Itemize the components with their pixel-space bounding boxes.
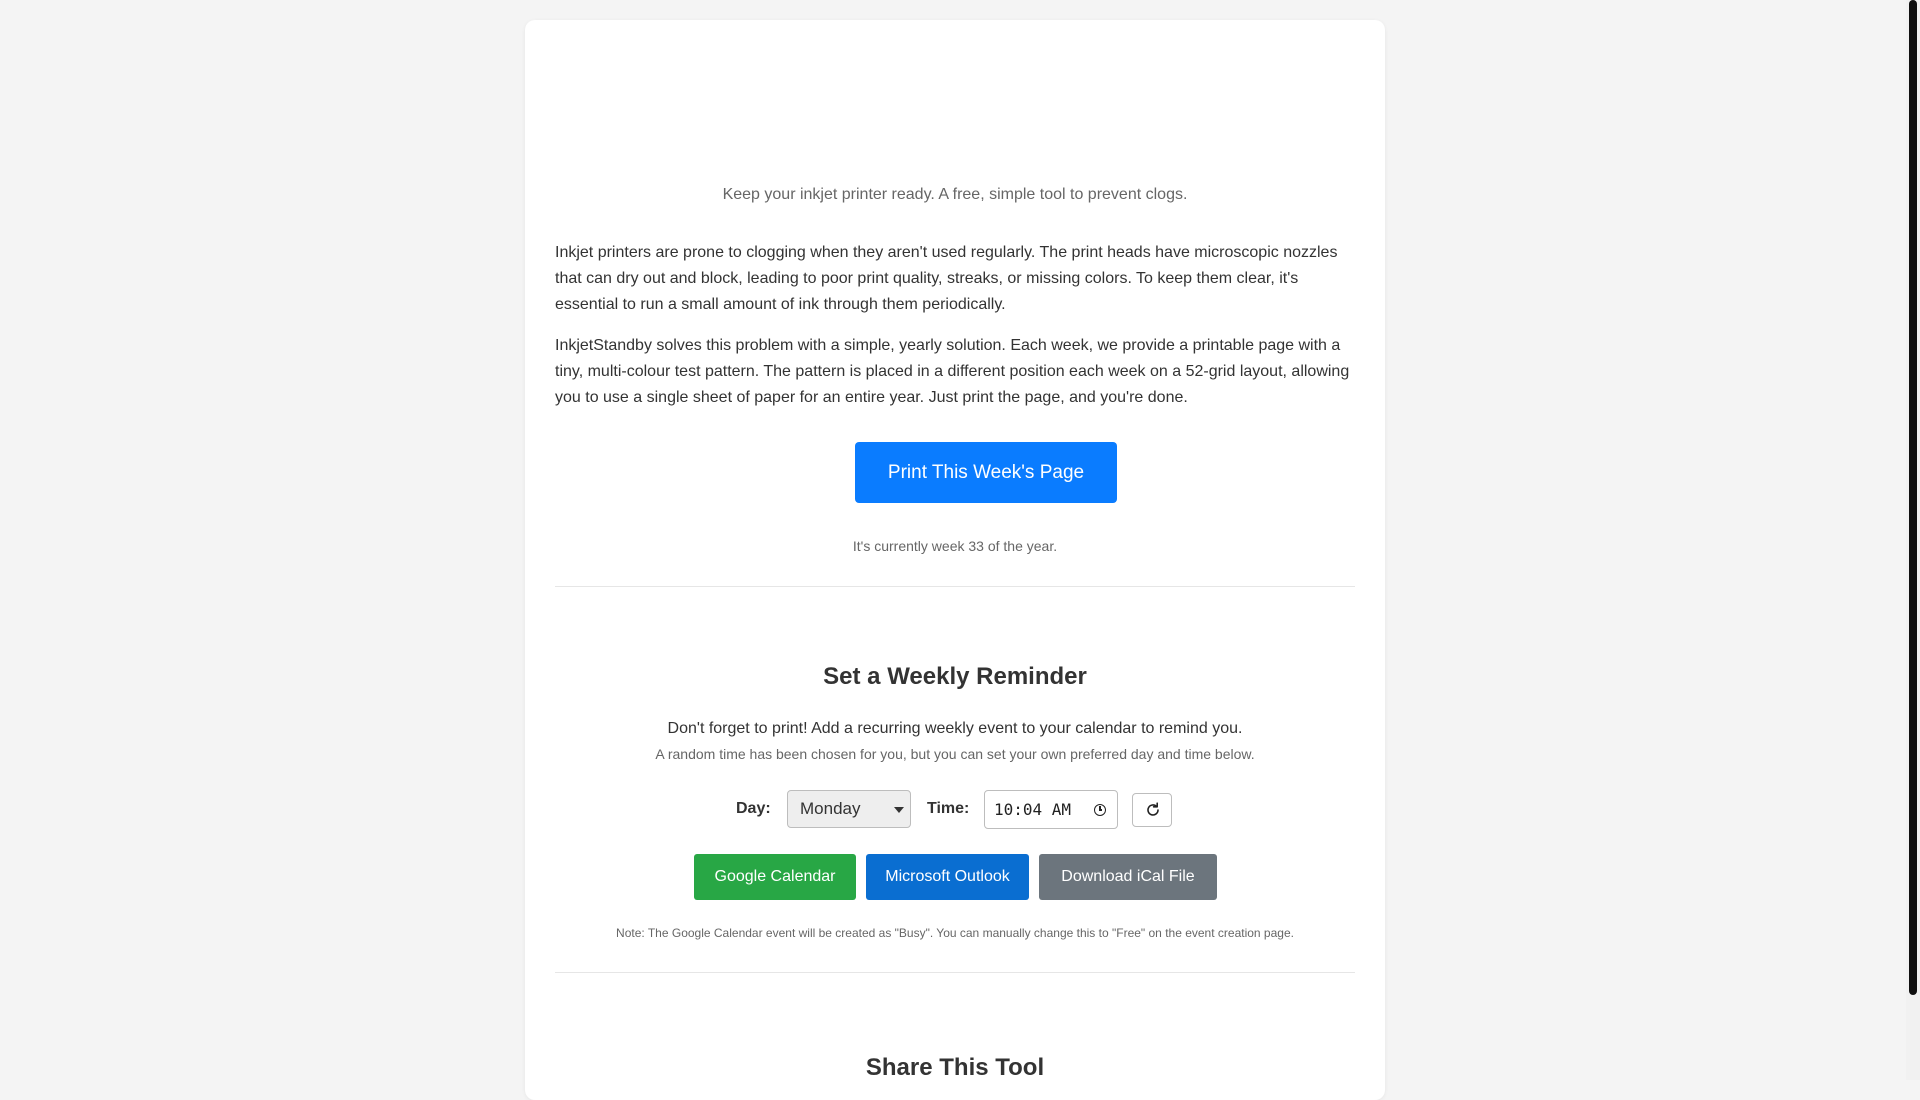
page-subtitle: Keep your inkjet printer ready. A free, … (722, 186, 1188, 203)
share-title: Share This Tool (865, 1054, 1045, 1081)
microsoft-outlook-button[interactable]: Microsoft Outlook (866, 854, 1029, 900)
google-calendar-button[interactable]: Google Calendar (694, 854, 856, 900)
day-select-value: Monday (800, 799, 861, 818)
time-label: Time: (927, 800, 970, 817)
download-ical-button[interactable]: Download iCal File (1039, 854, 1217, 900)
refresh-icon (1147, 802, 1159, 816)
page-scrollbar[interactable] (1906, 0, 1920, 1080)
intro-paragraph-1: Inkjet printers are prone to clogging wh… (555, 244, 1338, 313)
randomize-time-button[interactable] (1132, 793, 1172, 827)
day-label: Day: (736, 800, 771, 817)
time-input[interactable]: 10:04 AM (984, 790, 1118, 829)
reminder-description: Don't forget to print! Add a recurring w… (667, 720, 1243, 737)
day-select[interactable]: Monday (787, 790, 911, 828)
intro-paragraph-2: InkjetStandby solves this problem with a… (555, 337, 1350, 406)
time-input-value: 10:04 AM (994, 800, 1072, 819)
print-week-button[interactable]: Print This Week's Page (855, 442, 1117, 503)
section-divider (555, 972, 1355, 973)
section-divider (555, 586, 1355, 587)
week-status: It's currently week 33 of the year. (852, 538, 1058, 554)
calendar-note: Note: The Google Calendar event will be … (616, 926, 1294, 940)
reminder-title: Set a Weekly Reminder (823, 663, 1087, 690)
chevron-down-icon (894, 807, 904, 813)
reminder-subdescription: A random time has been chosen for you, b… (655, 746, 1255, 762)
main-card: Keep your inkjet printer ready. A free, … (525, 20, 1385, 1100)
scrollbar-thumb[interactable] (1909, 0, 1917, 995)
clock-icon[interactable] (1094, 804, 1106, 816)
